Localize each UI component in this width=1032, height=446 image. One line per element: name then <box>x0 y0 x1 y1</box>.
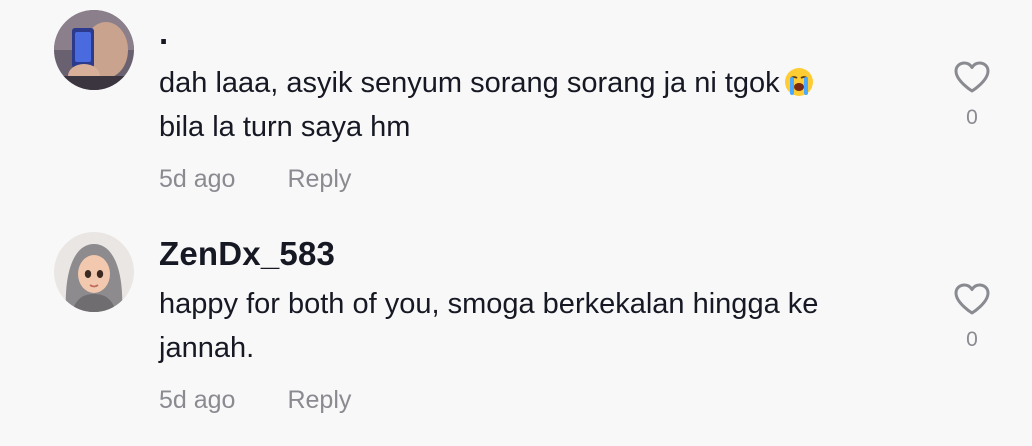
username[interactable]: . <box>159 14 168 52</box>
comment-meta: 5d ago Reply <box>159 386 351 415</box>
like-count: 0 <box>966 106 978 129</box>
comment-text: happy for both of you, smoga berkekalan … <box>159 282 909 370</box>
timestamp: 5d ago <box>159 386 236 414</box>
like-control[interactable]: 0 <box>944 282 1000 352</box>
comment-text-line-2: bila la turn saya hm <box>159 111 411 143</box>
avatar[interactable] <box>54 232 134 312</box>
like-control[interactable]: 0 <box>944 60 1000 130</box>
avatar[interactable] <box>54 10 134 90</box>
like-count: 0 <box>966 328 978 351</box>
comment-item: . dah laaa, asyik senyum sorang sorang j… <box>0 0 1032 222</box>
heart-outline-icon[interactable] <box>953 60 991 94</box>
comment-meta: 5d ago Reply <box>159 165 351 194</box>
comment-item: ZenDx_583 happy for both of you, smoga b… <box>0 222 1032 446</box>
comment-text-line-1: dah laaa, asyik senyum sorang sorang ja … <box>159 67 780 99</box>
comment-text-line-1: happy for both of you, smoga berkekalan … <box>159 288 819 320</box>
comment-text: dah laaa, asyik senyum sorang sorang ja … <box>159 61 909 149</box>
comment-text-line: dah laaa, asyik senyum sorang sorang ja … <box>159 61 909 105</box>
comment-text-line-2: jannah. <box>159 332 255 364</box>
heart-outline-icon[interactable] <box>953 282 991 316</box>
reply-button[interactable]: Reply <box>287 386 351 414</box>
username[interactable]: ZenDx_583 <box>159 235 335 273</box>
reply-button[interactable]: Reply <box>287 165 351 193</box>
loudly-crying-face-emoji <box>784 66 814 96</box>
timestamp: 5d ago <box>159 165 236 193</box>
